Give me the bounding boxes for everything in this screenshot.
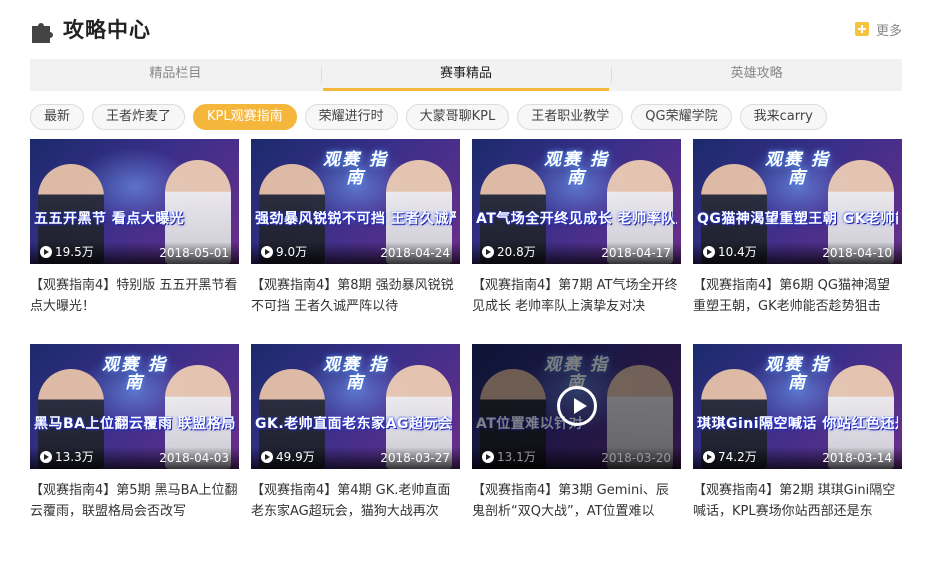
thumbnail-caption: GK.老帅直面老东家AG超玩会 猫狗大战再次上演 (255, 416, 456, 432)
show-logo: 观赛 指南 (765, 355, 830, 393)
show-logo: 观赛 指南 (323, 355, 388, 393)
publish-date: 2018-04-24 (380, 246, 450, 260)
view-count: 49.9万 (261, 448, 315, 465)
thumbnail-caption: QG猫神渴望重塑王朝 GK老帅能否趁势狙击 (697, 211, 898, 227)
play-count-icon (40, 450, 52, 463)
view-count: 74.2万 (703, 448, 757, 465)
video-card[interactable]: 观赛 指南 AT气场全开终见成长 老帅率队上演挚友对决 20.8万 2018-04-1… (472, 139, 681, 317)
play-count-icon (261, 450, 273, 463)
play-count-icon (482, 450, 494, 463)
thumbnail-caption: 五五开黑节 看点大曝光 (34, 211, 185, 227)
thumbnail-caption: 黑马BA上位翻云覆雨 联盟格局会否改写 (34, 416, 235, 432)
section-header: 攻略中心 更多 (30, 14, 902, 46)
video-card[interactable]: 观赛 指南 QG猫神渴望重塑王朝 GK老帅能否趁势狙击 10.4万 2018-04-1… (693, 139, 902, 317)
view-count: 13.3万 (40, 448, 94, 465)
video-card[interactable]: 观赛 指南强劲暴风锐锐不可挡 王者久诚严阵以待 9.0万 2018-04-24 【观赛… (251, 139, 460, 317)
play-count-icon (703, 450, 715, 463)
publish-date: 2018-03-27 (380, 451, 450, 465)
thumbnail-caption: 强劲暴风锐锐不可挡 王者久诚严阵以待 (255, 211, 456, 227)
view-count: 20.8万 (482, 243, 536, 260)
category-pill[interactable]: 大蒙哥聊KPL (405, 104, 510, 130)
more-button[interactable]: 更多 (854, 20, 902, 39)
video-card[interactable]: 观赛 指南 AT位置难以针对 13.1万 2018-03-20 【观赛指南4】第3期 G… (472, 344, 681, 522)
video-title[interactable]: 【观赛指南4】特别版 五五开黑节看点大曝光！ (30, 275, 239, 317)
plus-icon (854, 22, 869, 36)
play-count-icon (703, 245, 715, 258)
view-count-value: 74.2万 (718, 450, 757, 464)
view-count: 19.5万 (40, 243, 94, 260)
video-card[interactable]: 观赛 指南黑马BA上位翻云覆雨 联盟格局会否改写 13.3万 2018-04-03 【… (30, 344, 239, 522)
category-pill[interactable]: 王者职业教学 (517, 104, 624, 130)
thumbnail-caption: AT气场全开终见成长 老帅率队上演挚友对决 (476, 211, 677, 227)
category-pill[interactable]: 王者炸麦了 (92, 104, 186, 130)
video-thumbnail[interactable]: 观赛 指南 AT气场全开终见成长 老帅率队上演挚友对决 20.8万 2018-04-1… (472, 139, 681, 264)
video-title[interactable]: 【观赛指南4】第6期 QG猫神渴望重塑王朝，GK老帅能否趁势狙击 (693, 275, 902, 317)
play-count-icon (40, 245, 52, 258)
video-thumbnail[interactable]: 五五开黑节 看点大曝光 19.5万 2018-05-01 (30, 139, 239, 264)
tab-1[interactable]: 赛事精品 (320, 59, 612, 91)
publish-date: 2018-04-03 (159, 451, 229, 465)
video-title[interactable]: 【观赛指南4】第2期 琪琪Gini隔空喊话，KPL赛场你站西部还是东 (693, 480, 902, 522)
video-thumbnail[interactable]: 观赛 指南 GK.老帅直面老东家AG超玩会 猫狗大战再次上演 49.9万 2018-0… (251, 344, 460, 469)
video-title[interactable]: 【观赛指南4】第5期 黑马BA上位翻云覆雨，联盟格局会否改写 (30, 480, 239, 522)
view-count-value: 20.8万 (497, 245, 536, 259)
video-title[interactable]: 【观赛指南4】第7期 AT气场全开终见成长 老帅率队上演挚友对决 (472, 275, 681, 317)
publish-date: 2018-05-01 (159, 246, 229, 260)
view-count-value: 9.0万 (276, 245, 308, 259)
view-count-value: 13.3万 (55, 450, 94, 464)
view-count-value: 19.5万 (55, 245, 94, 259)
category-pill[interactable]: QG荣耀学院 (631, 104, 732, 130)
video-card[interactable]: 观赛 指南琪琪Gini隔空喊话 你站红色还是蓝色 74.2万 2018-03-14 【… (693, 344, 902, 522)
category-pill[interactable]: KPL观赛指南 (193, 104, 297, 130)
tab-0[interactable]: 精品栏目 (30, 59, 321, 91)
video-card[interactable]: 观赛 指南 GK.老帅直面老东家AG超玩会 猫狗大战再次上演 49.9万 2018-0… (251, 344, 460, 522)
tab-2[interactable]: 英雄攻略 (611, 59, 902, 91)
thumbnail-caption: 琪琪Gini隔空喊话 你站红色还是蓝色 (697, 416, 898, 432)
section-tabs: 精品栏目 赛事精品 英雄攻略 (30, 59, 902, 91)
show-logo: 观赛 指南 (323, 150, 388, 188)
video-thumbnail[interactable]: 观赛 指南 QG猫神渴望重塑王朝 GK老帅能否趁势狙击 10.4万 2018-04-1… (693, 139, 902, 264)
video-thumbnail[interactable]: 观赛 指南琪琪Gini隔空喊话 你站红色还是蓝色 74.2万 2018-03-14 (693, 344, 902, 469)
show-logo: 观赛 指南 (102, 355, 167, 393)
page-title: 攻略中心 (63, 18, 151, 42)
video-title[interactable]: 【观赛指南4】第4期 GK.老帅直面老东家AG超玩会，猫狗大战再次 (251, 480, 460, 522)
view-count: 10.4万 (703, 243, 757, 260)
view-count: 9.0万 (261, 243, 307, 260)
category-pill[interactable]: 我来carry (739, 104, 827, 130)
video-thumbnail[interactable]: 观赛 指南黑马BA上位翻云覆雨 联盟格局会否改写 13.3万 2018-04-03 (30, 344, 239, 469)
publish-date: 2018-04-17 (601, 246, 671, 260)
video-card[interactable]: 五五开黑节 看点大曝光 19.5万 2018-05-01 【观赛指南4】特别版 五五开… (30, 139, 239, 317)
play-icon[interactable] (556, 386, 597, 426)
publish-date: 2018-03-20 (601, 451, 671, 465)
puzzle-icon (32, 23, 53, 43)
more-label: 更多 (875, 23, 902, 39)
play-count-icon (261, 245, 273, 258)
view-count-value: 13.1万 (497, 450, 536, 464)
publish-date: 2018-04-10 (822, 246, 892, 260)
play-count-icon (482, 245, 494, 258)
video-thumbnail[interactable]: 观赛 指南强劲暴风锐锐不可挡 王者久诚严阵以待 9.0万 2018-04-24 (251, 139, 460, 264)
video-title[interactable]: 【观赛指南4】第3期 Gemini、辰鬼剖析“双Q大战”，AT位置难以 (472, 480, 681, 522)
category-pill[interactable]: 荣耀进行时 (304, 104, 398, 130)
category-filter: 最新 王者炸麦了 KPL观赛指南 荣耀进行时 大蒙哥聊KPL 王者职业教学 QG荣耀学院 我来… (30, 104, 835, 130)
view-count: 13.1万 (482, 448, 536, 465)
publish-date: 2018-03-14 (822, 451, 892, 465)
video-thumbnail[interactable]: 观赛 指南 AT位置难以针对 13.1万 2018-03-20 (472, 344, 681, 469)
show-logo: 观赛 指南 (544, 150, 609, 188)
category-pill[interactable]: 最新 (30, 104, 85, 130)
view-count-value: 49.9万 (276, 450, 315, 464)
show-logo: 观赛 指南 (765, 150, 830, 188)
video-title[interactable]: 【观赛指南4】第8期 强劲暴风锐锐不可挡 王者久诚严阵以待 (251, 275, 460, 317)
view-count-value: 10.4万 (718, 245, 757, 259)
